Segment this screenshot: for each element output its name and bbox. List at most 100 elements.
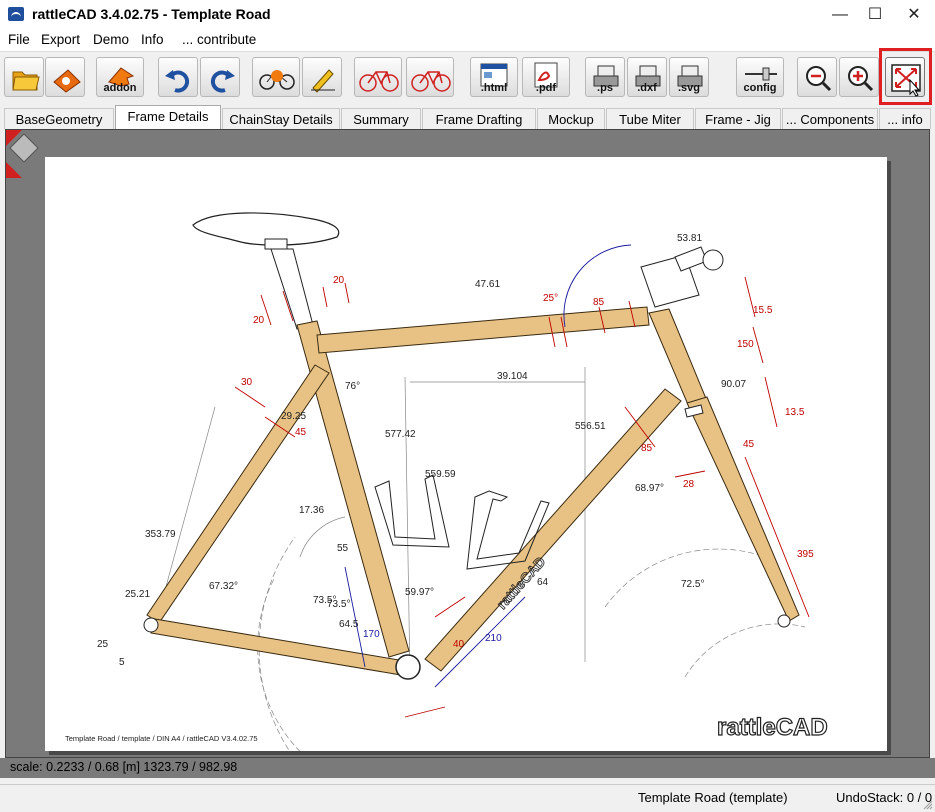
tab-frame-drafting[interactable]: Frame Drafting <box>422 108 536 129</box>
bike-overlay-icon <box>411 71 451 92</box>
export-dxf-label: .dxf <box>637 82 657 94</box>
export-ps-label: .ps <box>597 82 613 94</box>
export-html-button[interactable]: .html <box>470 57 518 97</box>
export-svg-button[interactable]: .svg <box>669 57 709 97</box>
open-button[interactable] <box>4 57 44 97</box>
bike-frame-drawing: 20 20 30 29.25 45 76° 73.5° 39.104 556.5… <box>65 212 828 751</box>
dim-text: 55 <box>337 543 349 554</box>
menu-info[interactable]: Info <box>141 32 164 47</box>
title-bar: rattleCAD 3.4.02.75 - Template Road — ☐ … <box>0 0 935 29</box>
undo-icon <box>165 70 190 93</box>
dim-text: 210 <box>485 633 502 644</box>
canvas-corner-indicator[interactable] <box>6 130 40 180</box>
redo-button[interactable] <box>200 57 240 97</box>
dim-text: 72.5° <box>681 579 704 590</box>
dim-text: 85 <box>641 443 653 454</box>
dim-text: 67.32° <box>209 581 238 592</box>
dim-text: 15.5 <box>753 305 773 316</box>
sheet-footer: Template Road / template / DIN A4 / ratt… <box>65 734 258 743</box>
export-ps-button[interactable]: .ps <box>585 57 625 97</box>
dim-text: 39.104 <box>497 371 528 382</box>
dim-text: 40 <box>453 639 465 650</box>
dim-text: 577.42 <box>385 429 416 440</box>
dim-text: 64 <box>537 577 549 588</box>
undo-stack: UndoStack: 0 / 0 <box>836 790 933 805</box>
project-name: Template Road (template) <box>638 790 788 805</box>
minimize-button[interactable]: — <box>823 0 857 29</box>
dim-text: 25° <box>543 293 558 304</box>
close-button[interactable]: ✕ <box>897 0 931 29</box>
bike-overlay-button[interactable] <box>406 57 454 97</box>
tab-basegeometry[interactable]: BaseGeometry <box>4 108 114 129</box>
tab-chainstay-details[interactable]: ChainStay Details <box>222 108 340 129</box>
menu-demo[interactable]: Demo <box>93 32 129 47</box>
export-pdf-label: .pdf <box>535 82 557 94</box>
save-icon <box>53 69 81 93</box>
highlight-box <box>879 48 932 105</box>
scale-status: scale: 0.2233 / 0.68 [m] 1323.79 / 982.9… <box>0 758 935 778</box>
dim-text: 353.79 <box>145 529 176 540</box>
dim-text: 25.21 <box>125 589 150 600</box>
scale-text: scale: 0.2233 / 0.68 [m] 1323.79 / 982.9… <box>10 760 238 774</box>
zoom-out-button[interactable] <box>797 57 837 97</box>
dim-text: 20 <box>253 315 265 326</box>
tab-tube-miter[interactable]: Tube Miter <box>606 108 694 129</box>
dim-text: 76° <box>345 381 360 392</box>
addon-label: addon <box>103 82 137 94</box>
dim-text: 47.61 <box>475 279 500 290</box>
export-html-label: .html <box>480 82 508 94</box>
dim-text: 73.5° <box>313 595 336 606</box>
toolbar: addon .html .pdf .ps .dxf .svg config <box>0 51 935 104</box>
dim-text: 90.07 <box>721 379 746 390</box>
drawing-sheet[interactable]: 20 20 30 29.25 45 76° 73.5° 39.104 556.5… <box>45 157 887 751</box>
resize-grip-icon[interactable] <box>923 800 933 810</box>
tab-mockup[interactable]: Mockup <box>537 108 605 129</box>
zoom-in-icon <box>848 66 874 92</box>
dim-text: 53.81 <box>677 233 702 244</box>
maximize-button[interactable]: ☐ <box>858 0 892 29</box>
undo-button[interactable] <box>158 57 198 97</box>
dim-text: 29.25 <box>281 411 306 422</box>
export-pdf-button[interactable]: .pdf <box>522 57 570 97</box>
config-button[interactable]: config <box>736 57 784 97</box>
tab-bar: BaseGeometry Frame Details ChainStay Det… <box>0 105 935 129</box>
dim-text: 28 <box>683 479 695 490</box>
addon-button[interactable]: addon <box>96 57 144 97</box>
tab-frame-jig[interactable]: Frame - Jig <box>695 108 781 129</box>
dim-text: 17.36 <box>299 505 324 516</box>
menu-bar: File Export Demo Info ... contribute <box>0 29 935 51</box>
export-dxf-button[interactable]: .dxf <box>627 57 667 97</box>
tab-info[interactable]: ... info <box>879 108 931 129</box>
dim-text: 64.5 <box>339 619 359 630</box>
redo-icon <box>210 70 235 93</box>
tab-components[interactable]: ... Components <box>782 108 878 129</box>
app-icon <box>8 7 24 21</box>
menu-contribute[interactable]: ... contribute <box>182 32 256 47</box>
dim-text: 5 <box>119 657 125 668</box>
rename-icon <box>311 69 335 93</box>
dim-text: 395 <box>797 549 814 560</box>
dim-text: 45 <box>295 427 307 438</box>
bottom-status-bar: Template Road (template) UndoStack: 0 / … <box>0 784 935 812</box>
dim-text: 20 <box>333 275 345 286</box>
dim-text: 170 <box>363 629 380 640</box>
open-folder-icon <box>12 71 40 91</box>
config-label: config <box>743 82 777 94</box>
bike-compare-button[interactable] <box>354 57 402 97</box>
reset-geometry-icon <box>259 70 295 90</box>
dim-text: 13.5 <box>785 407 805 418</box>
dim-text: 25 <box>97 639 109 650</box>
reset-geometry-button[interactable] <box>252 57 300 97</box>
window-title: rattleCAD 3.4.02.75 - Template Road <box>32 6 271 22</box>
tab-summary[interactable]: Summary <box>341 108 421 129</box>
save-button[interactable] <box>45 57 85 97</box>
tab-frame-details[interactable]: Frame Details <box>115 105 221 129</box>
rename-button[interactable] <box>302 57 342 97</box>
dim-text: 59.97° <box>405 587 434 598</box>
dim-text: 85 <box>593 297 605 308</box>
menu-file[interactable]: File <box>8 32 30 47</box>
zoom-in-button[interactable] <box>839 57 879 97</box>
dim-text: 45 <box>743 439 755 450</box>
rattlecad-logo: rattleCAD <box>717 714 828 741</box>
menu-export[interactable]: Export <box>41 32 80 47</box>
